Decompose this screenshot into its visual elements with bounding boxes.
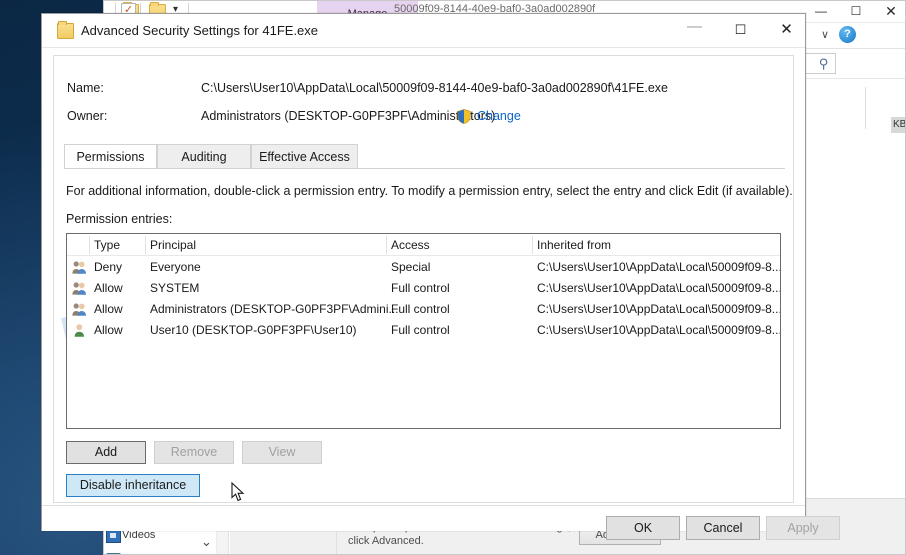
cell-principal: Administrators (DESKTOP-G0PF3PF\Admini..… xyxy=(150,302,399,316)
cell-type: Allow xyxy=(94,323,123,337)
help-icon[interactable]: ? xyxy=(839,26,856,43)
tab-auditing[interactable]: Auditing xyxy=(157,144,251,169)
change-owner-link[interactable]: Change xyxy=(477,109,521,123)
permission-entries-list[interactable]: Type Principal Access Inherited from Den… xyxy=(66,233,781,429)
chevron-down-icon[interactable]: ⌄ xyxy=(201,534,212,550)
chevron-down-icon[interactable]: ∨ xyxy=(821,28,829,41)
explorer-close-button[interactable]: ✕ xyxy=(874,1,905,21)
dialog-maximize-button[interactable]: ☐ xyxy=(718,14,763,46)
properties-hint-line2: click Advanced. xyxy=(348,535,424,547)
mouse-cursor xyxy=(231,482,245,502)
dialog-title: Advanced Security Settings for 41FE.exe xyxy=(81,23,319,38)
cell-access: Full control xyxy=(391,302,450,316)
cell-type: Deny xyxy=(94,260,123,274)
divider xyxy=(865,87,866,129)
users-group-icon xyxy=(72,282,86,295)
cell-principal: Everyone xyxy=(150,260,201,274)
cell-access: Special xyxy=(391,260,431,274)
cell-inherited-from: C:\Users\User10\AppData\Local\50009f09-8… xyxy=(537,260,781,274)
cell-inherited-from: C:\Users\User10\AppData\Local\50009f09-8… xyxy=(537,281,781,295)
users-group-icon xyxy=(72,303,86,316)
remove-button: Remove xyxy=(154,441,234,464)
table-row[interactable]: Deny Everyone Special C:\Users\User10\Ap… xyxy=(67,257,780,278)
cell-principal: SYSTEM xyxy=(150,281,200,295)
cell-inherited-from: C:\Users\User10\AppData\Local\50009f09-8… xyxy=(537,302,781,316)
table-row[interactable]: Allow SYSTEM Full control C:\Users\User1… xyxy=(67,278,780,299)
owner-label: Owner: xyxy=(67,109,108,123)
apply-button: Apply xyxy=(766,516,840,540)
users-group-icon xyxy=(72,261,86,274)
tab-auditing-label: Auditing xyxy=(181,150,227,164)
cell-access: Full control xyxy=(391,281,450,295)
disable-inheritance-button[interactable]: Disable inheritance xyxy=(66,474,200,497)
column-header-type[interactable]: Type xyxy=(94,238,120,252)
column-divider[interactable] xyxy=(145,236,146,254)
search-icon: ⚲ xyxy=(819,56,829,71)
tab-effective-access-label: Effective Access xyxy=(259,150,350,164)
tab-permissions[interactable]: Permissions xyxy=(64,144,157,169)
table-row[interactable]: Allow Administrators (DESKTOP-G0PF3PF\Ad… xyxy=(67,299,780,320)
uac-shield-icon xyxy=(457,109,471,124)
table-row[interactable]: Allow User10 (DESKTOP-G0PF3PF\User10) Fu… xyxy=(67,320,780,341)
single-user-icon xyxy=(74,324,84,337)
advanced-security-settings-dialog[interactable]: Advanced Security Settings for 41FE.exe … xyxy=(41,13,840,540)
column-divider[interactable] xyxy=(532,236,533,254)
column-header-principal[interactable]: Principal xyxy=(150,238,196,252)
permission-entries-label: Permission entries: xyxy=(66,212,173,226)
videos-icon xyxy=(106,529,121,543)
ok-button[interactable]: OK xyxy=(606,516,680,540)
view-button: View xyxy=(242,441,322,464)
column-header-access[interactable]: Access xyxy=(391,238,430,252)
owner-value: Administrators (DESKTOP-G0PF3PF\Administ… xyxy=(201,109,496,123)
explorer-minimize-button[interactable]: — xyxy=(804,1,838,21)
cell-inherited-from: C:\Users\User10\AppData\Local\50009f09-8… xyxy=(537,323,781,337)
name-value: C:\Users\User10\AppData\Local\50009f09-8… xyxy=(201,81,668,95)
dialog-minimize-button[interactable]: — xyxy=(672,14,717,46)
dialog-tab-strip[interactable]: Permissions Auditing Effective Access xyxy=(64,144,785,169)
tab-effective-access[interactable]: Effective Access xyxy=(251,144,358,169)
tab-permissions-label: Permissions xyxy=(76,150,145,164)
column-divider[interactable] xyxy=(386,236,387,254)
column-divider[interactable] xyxy=(89,236,90,254)
dialog-title-bar[interactable]: Advanced Security Settings for 41FE.exe … xyxy=(42,14,805,47)
divider xyxy=(64,168,785,169)
folder-icon xyxy=(57,21,74,39)
add-button[interactable]: Add xyxy=(66,441,146,464)
cancel-button[interactable]: Cancel xyxy=(686,516,760,540)
dialog-body: Name: C:\Users\User10\AppData\Local\5000… xyxy=(53,55,794,503)
divider xyxy=(42,47,805,48)
info-text: For additional information, double-click… xyxy=(66,184,793,198)
name-label: Name: xyxy=(67,81,104,95)
explorer-maximize-button[interactable]: ☐ xyxy=(839,1,873,21)
file-size-badge: KB xyxy=(891,117,905,133)
table-header-row[interactable]: Type Principal Access Inherited from xyxy=(67,234,780,256)
cell-access: Full control xyxy=(391,323,450,337)
cell-type: Allow xyxy=(94,302,123,316)
cell-type: Allow xyxy=(94,281,123,295)
column-header-inherited-from[interactable]: Inherited from xyxy=(537,238,611,252)
cell-principal: User10 (DESKTOP-G0PF3PF\User10) xyxy=(150,323,357,337)
dialog-close-button[interactable]: ✕ xyxy=(764,14,809,46)
